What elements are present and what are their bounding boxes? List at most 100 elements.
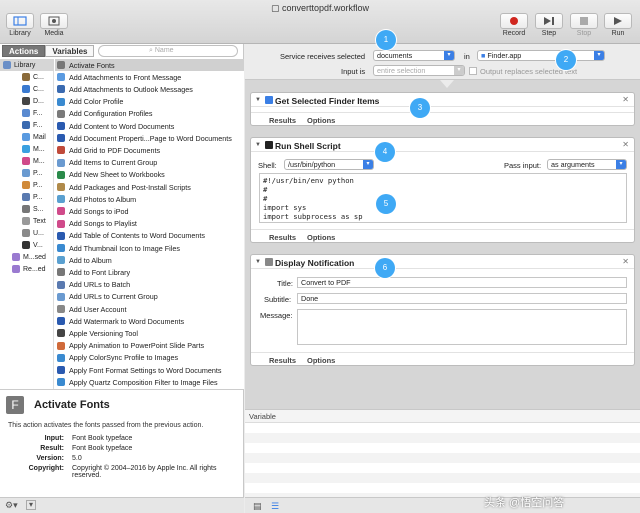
disclosure-triangle-icon[interactable]: ▼: [255, 259, 261, 265]
action-icon: [57, 280, 65, 289]
card-header: ▼ Get Selected Finder Items ✕: [251, 93, 634, 107]
action-list-item[interactable]: Add URLs to Current Group: [55, 291, 244, 303]
action-list-item[interactable]: Add URLs to Batch: [55, 279, 244, 291]
action-list-item[interactable]: Apply Font Format Settings to Word Docum…: [55, 364, 244, 376]
gear-icon[interactable]: ⚙▾: [5, 500, 18, 511]
results-tab[interactable]: Results: [269, 356, 296, 365]
close-icon[interactable]: ✕: [622, 140, 629, 149]
pass-input-select[interactable]: as arguments ▾: [547, 159, 627, 170]
action-list-item[interactable]: Add Watermark to Word Documents: [55, 315, 244, 327]
action-list-item[interactable]: Activate Fonts: [55, 59, 244, 72]
notification-title-field[interactable]: Convert to PDF: [297, 277, 627, 288]
library-category-item[interactable]: U...: [0, 227, 54, 239]
finder-icon: [265, 96, 273, 104]
options-tab[interactable]: Options: [307, 233, 335, 242]
options-tab[interactable]: Options: [307, 116, 335, 125]
stop-button[interactable]: Stop: [570, 13, 598, 37]
action-list-item[interactable]: Add Items to Current Group: [55, 157, 244, 169]
library-category-item[interactable]: C...: [0, 71, 54, 83]
service-input-type-select[interactable]: documents ▾: [373, 50, 455, 61]
right-bottom-bar: ▤ ☰: [245, 497, 640, 513]
action-list-item[interactable]: Apply Animation to PowerPoint Slide Part…: [55, 340, 244, 352]
tab-actions[interactable]: Actions: [2, 45, 46, 57]
notification-subtitle-field[interactable]: Done: [297, 293, 627, 304]
shell-select[interactable]: /usr/bin/python ▾: [284, 159, 374, 170]
library-category-item[interactable]: P...: [0, 167, 54, 179]
record-button[interactable]: Record: [500, 13, 528, 37]
chevron-down-icon: ▾: [444, 51, 454, 60]
library-category-item[interactable]: F...: [0, 107, 54, 119]
library-category-item[interactable]: Mail: [0, 131, 54, 143]
action-list-item[interactable]: Add Packages and Post-Install Scripts: [55, 181, 244, 193]
action-list-item[interactable]: Apply Quartz Composition Filter to Image…: [55, 376, 244, 388]
action-list-item[interactable]: Apple Versioning Tool: [55, 327, 244, 339]
run-button[interactable]: Run: [604, 13, 632, 37]
disclosure-triangle-icon[interactable]: ▼: [255, 142, 261, 148]
action-list-item[interactable]: Add Table of Contents to Word Documents: [55, 230, 244, 242]
library-category-item[interactable]: S...: [0, 203, 54, 215]
collapse-description-icon[interactable]: ▾: [26, 500, 36, 510]
script-editor[interactable]: #!/usr/bin/env python # # import sys imp…: [259, 173, 627, 223]
step-button[interactable]: Step: [535, 13, 563, 37]
watermark: 头条 @悟空问答: [484, 497, 565, 509]
library-category-item[interactable]: F...: [0, 119, 54, 131]
media-button[interactable]: Media: [40, 13, 68, 37]
action-list-item[interactable]: Add Document Properti...Page to Word Doc…: [55, 132, 244, 144]
close-icon[interactable]: ✕: [622, 95, 629, 104]
notification-icon: [265, 258, 273, 266]
library-category-item[interactable]: Text: [0, 215, 54, 227]
category-icon: [22, 121, 30, 129]
library-category-item[interactable]: D...: [0, 95, 54, 107]
step-icon: [535, 13, 563, 29]
action-list-item[interactable]: Add New Sheet to Workbooks: [55, 169, 244, 181]
action-list-item[interactable]: Add Attachments to Front Message: [55, 71, 244, 83]
library-category-item[interactable]: C...: [0, 83, 54, 95]
library-button[interactable]: Library: [6, 13, 34, 37]
service-application-select[interactable]: ■ Finder.app ▾: [477, 50, 605, 61]
action-list-item[interactable]: Add Attachments to Outlook Messages: [55, 83, 244, 95]
action-list-item[interactable]: Add Color Profile: [55, 96, 244, 108]
list-view-icon[interactable]: ▤: [253, 501, 262, 512]
library-category-item[interactable]: M...: [0, 143, 54, 155]
action-list-item[interactable]: Add Songs to Playlist: [55, 218, 244, 230]
options-tab[interactable]: Options: [307, 356, 335, 365]
search-input[interactable]: ⌕ Name: [98, 45, 238, 57]
results-tab[interactable]: Results: [269, 116, 296, 125]
category-icon: [22, 157, 30, 165]
library-category-item[interactable]: V...: [0, 239, 54, 251]
library-category-item[interactable]: Library: [0, 59, 54, 71]
action-list-item[interactable]: Add Songs to iPod: [55, 205, 244, 217]
action-icon: [57, 305, 65, 314]
log-view-icon[interactable]: ☰: [271, 501, 279, 512]
notification-message-field[interactable]: [297, 309, 627, 345]
action-list-item[interactable]: Add to Album: [55, 254, 244, 266]
action-list-item[interactable]: Add Content to Word Documents: [55, 120, 244, 132]
action-icon: [57, 317, 65, 326]
close-icon[interactable]: ✕: [622, 257, 629, 266]
results-tab[interactable]: Results: [269, 233, 296, 242]
action-list-item[interactable]: Apply ColorSync Profile to Images: [55, 352, 244, 364]
library-pane: Actions Variables ⌕ Name Library C... C...…: [0, 44, 244, 389]
library-category-item[interactable]: P...: [0, 179, 54, 191]
library-category-item[interactable]: P...: [0, 191, 54, 203]
card-header: ▼ Run Shell Script ✕: [251, 138, 634, 152]
notification-subtitle-label: Subtitle:: [264, 295, 292, 304]
variable-column-header[interactable]: Variable: [249, 412, 276, 421]
disclosure-triangle-icon[interactable]: ▼: [255, 97, 261, 103]
action-list-item[interactable]: Add Grid to PDF Documents: [55, 144, 244, 156]
library-category-item[interactable]: Re...ed: [0, 263, 54, 275]
action-list-item[interactable]: Add Photos to Album: [55, 193, 244, 205]
action-icon: [57, 61, 65, 70]
action-list-item[interactable]: Add User Account: [55, 303, 244, 315]
variables-table[interactable]: [245, 423, 640, 497]
action-icon: [57, 170, 65, 179]
library-category-item[interactable]: M...sed: [0, 251, 54, 263]
library-category-item[interactable]: M...: [0, 155, 54, 167]
service-settings: Service receives selected documents ▾ in …: [245, 44, 640, 80]
tab-variables[interactable]: Variables: [45, 45, 95, 57]
action-list-item[interactable]: Add Configuration Profiles: [55, 108, 244, 120]
action-list-item[interactable]: Add Thumbnail Icon to Image Files: [55, 242, 244, 254]
action-icon: [57, 195, 65, 204]
input-is-select[interactable]: entire selection ▾: [373, 65, 465, 76]
action-list-item[interactable]: Add to Font Library: [55, 266, 244, 278]
